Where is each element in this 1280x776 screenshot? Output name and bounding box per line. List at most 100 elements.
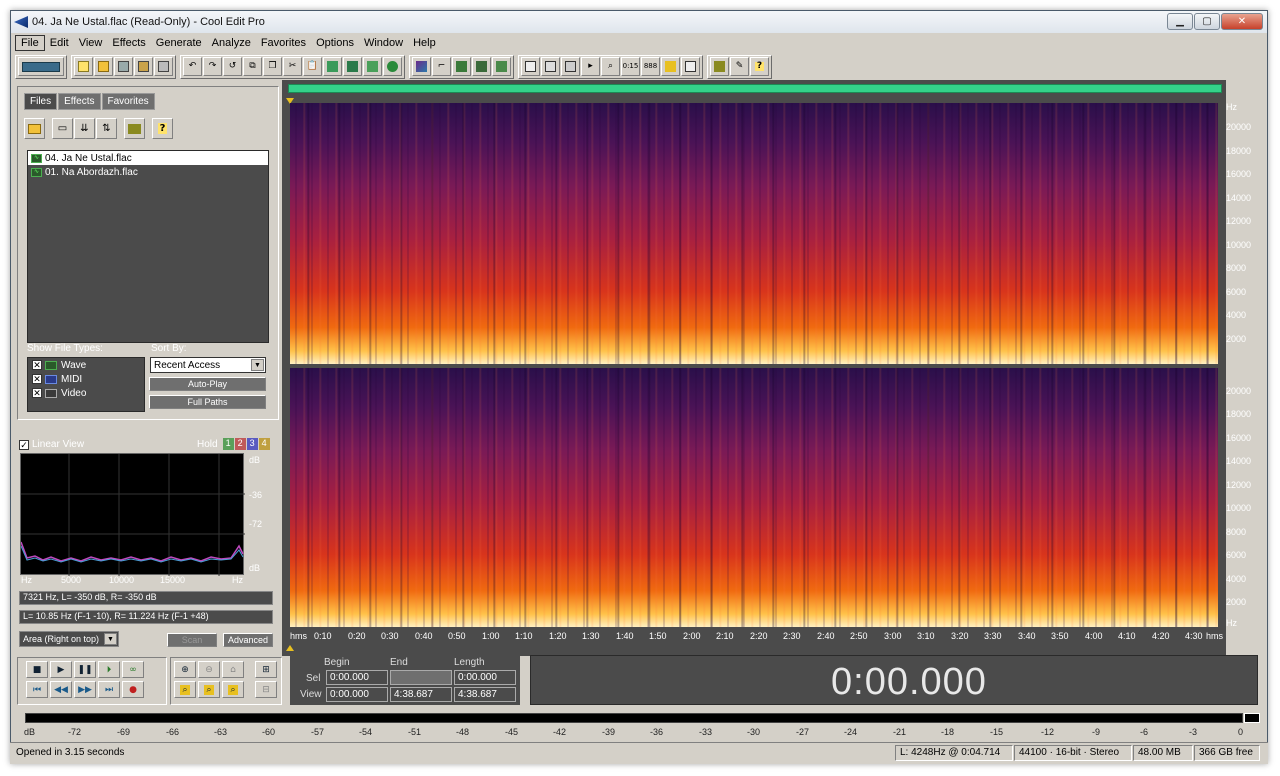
- snap-button[interactable]: [561, 57, 580, 76]
- hold-slot-3[interactable]: 3: [246, 438, 258, 450]
- redo-button[interactable]: ↷: [203, 57, 222, 76]
- save-as-button[interactable]: [134, 57, 153, 76]
- auto-play-button[interactable]: Auto-Play: [149, 377, 266, 391]
- midi-checkbox[interactable]: ✕: [32, 374, 42, 384]
- sel-end-field[interactable]: [390, 670, 452, 685]
- view-begin-field[interactable]: 0:00.000: [326, 687, 388, 702]
- menu-window[interactable]: Window: [359, 36, 408, 50]
- record-button[interactable]: ●: [122, 681, 144, 698]
- hold-slot-1[interactable]: 1: [222, 438, 234, 450]
- list-item[interactable]: ∿ 01. Na Abordazh.flac: [28, 165, 268, 179]
- menu-edit[interactable]: Edit: [45, 36, 74, 50]
- insert-multitrack-button[interactable]: [124, 118, 145, 139]
- help-button[interactable]: ?: [750, 57, 769, 76]
- close-file-button[interactable]: ▭: [52, 118, 73, 139]
- tab-favorites[interactable]: Favorites: [101, 93, 155, 110]
- zoom-in-button[interactable]: ⊕: [174, 661, 196, 678]
- menu-help[interactable]: Help: [408, 36, 441, 50]
- stop-button[interactable]: ■: [26, 661, 48, 678]
- video-checkbox[interactable]: ✕: [32, 388, 42, 398]
- full-paths-button[interactable]: Full Paths: [149, 395, 266, 409]
- save-button[interactable]: [114, 57, 133, 76]
- menu-effects[interactable]: Effects: [107, 36, 150, 50]
- paste-new-button[interactable]: [323, 57, 342, 76]
- linear-view-checkbox[interactable]: ✓: [19, 439, 29, 450]
- type-wave-row[interactable]: ✕ Wave: [28, 358, 144, 372]
- waveform-view-button[interactable]: ⌐: [432, 57, 451, 76]
- menu-generate[interactable]: Generate: [151, 36, 207, 50]
- edit-button[interactable]: ✎: [730, 57, 749, 76]
- maximize-button[interactable]: ▢: [1194, 13, 1220, 30]
- menu-options[interactable]: Options: [311, 36, 359, 50]
- advanced-button[interactable]: Advanced: [223, 633, 273, 647]
- linear-view-row[interactable]: ✓ Linear View: [19, 439, 84, 450]
- play-cursor-button[interactable]: ▸: [581, 57, 600, 76]
- view-length-field[interactable]: 4:38.687: [454, 687, 516, 702]
- zoom-left-button[interactable]: ⌕: [174, 681, 196, 698]
- cascade-button[interactable]: [492, 57, 511, 76]
- tab-effects[interactable]: Effects: [58, 93, 101, 110]
- view-end-field[interactable]: 4:38.687: [390, 687, 452, 702]
- open-file-button-2[interactable]: [24, 118, 45, 139]
- zoom-full-button[interactable]: ⌂: [222, 661, 244, 678]
- paste-button[interactable]: 📋: [303, 57, 322, 76]
- menu-analyze[interactable]: Analyze: [207, 36, 256, 50]
- go-to-start-button[interactable]: ⏮: [26, 681, 48, 698]
- menu-file[interactable]: File: [15, 34, 45, 51]
- rewind-button[interactable]: ◀◀: [50, 681, 72, 698]
- zoom-selection-button[interactable]: ⌕: [222, 681, 244, 698]
- tile-vertical-button[interactable]: [472, 57, 491, 76]
- menu-view[interactable]: View: [74, 36, 108, 50]
- markers-button[interactable]: [661, 57, 680, 76]
- zoom-out-button[interactable]: ⊖: [198, 661, 220, 678]
- tab-files[interactable]: Files: [24, 93, 58, 110]
- edit-file-button[interactable]: ⇅: [96, 118, 117, 139]
- multitrack-toggle-button[interactable]: [18, 57, 64, 76]
- sort-by-select[interactable]: Recent Access ▼: [150, 357, 266, 373]
- zoom-vertical-in-button[interactable]: ⊞: [255, 661, 277, 678]
- spectrogram-right-channel[interactable]: [290, 368, 1218, 627]
- type-midi-row[interactable]: ✕ MIDI: [28, 372, 144, 386]
- import-button[interactable]: ⇊: [74, 118, 95, 139]
- show-frequency-button[interactable]: [541, 57, 560, 76]
- play-to-end-button[interactable]: ⏵: [98, 661, 120, 678]
- hold-slot-4[interactable]: 4: [258, 438, 270, 450]
- cut-button[interactable]: ✂: [283, 57, 302, 76]
- play-button[interactable]: ▶: [50, 661, 72, 678]
- type-video-row[interactable]: ✕ Video: [28, 386, 144, 400]
- fast-forward-button[interactable]: ▶▶: [74, 681, 96, 698]
- sel-begin-field[interactable]: 0:00.000: [326, 670, 388, 685]
- display-options-button[interactable]: [681, 57, 700, 76]
- show-files-button[interactable]: [521, 57, 540, 76]
- loop-button[interactable]: ∞: [122, 661, 144, 678]
- scan-button[interactable]: Scan: [167, 633, 217, 647]
- minimize-button[interactable]: ▁: [1167, 13, 1193, 30]
- frequency-graph[interactable]: [20, 453, 245, 576]
- overview-bar[interactable]: [288, 84, 1222, 93]
- undo-button[interactable]: ↶: [183, 57, 202, 76]
- time-format-button[interactable]: 0:15: [621, 57, 640, 76]
- sel-length-field[interactable]: 0:00.000: [454, 670, 516, 685]
- mix-paste-button[interactable]: [343, 57, 362, 76]
- copy-button[interactable]: ⧉: [243, 57, 262, 76]
- open-file-button[interactable]: [94, 57, 113, 76]
- end-marker-icon[interactable]: [286, 645, 294, 651]
- zero-cross-button[interactable]: [383, 57, 402, 76]
- spectral-view-button[interactable]: [412, 57, 431, 76]
- organizer-help-button[interactable]: ?: [152, 118, 173, 139]
- meter-peak-box[interactable]: [1244, 713, 1260, 723]
- tile-horizontal-button[interactable]: [452, 57, 471, 76]
- bbb-format-button[interactable]: 888: [641, 57, 660, 76]
- repeat-button[interactable]: ↺: [223, 57, 242, 76]
- wave-checkbox[interactable]: ✕: [32, 360, 42, 370]
- scripts-button[interactable]: [710, 57, 729, 76]
- save-all-button[interactable]: [154, 57, 173, 76]
- zoom-tool-button[interactable]: ⌕: [601, 57, 620, 76]
- list-item[interactable]: ∿ 04. Ja Ne Ustal.flac: [28, 151, 268, 165]
- pause-button[interactable]: ❚❚: [74, 661, 96, 678]
- trim-button[interactable]: [363, 57, 382, 76]
- time-ruler[interactable]: hms 0:10 0:20 0:30 0:40 0:50 1:00 1:10 1…: [288, 630, 1223, 644]
- spectrogram-left-channel[interactable]: [290, 103, 1218, 364]
- hold-slot-2[interactable]: 2: [234, 438, 246, 450]
- menu-favorites[interactable]: Favorites: [256, 36, 311, 50]
